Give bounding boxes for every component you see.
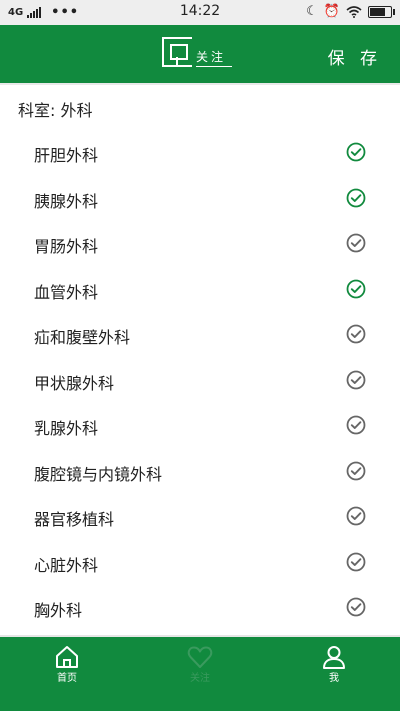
department-item-label: 胃肠外科: [34, 237, 99, 256]
department-item-label: 肝胆外科: [34, 146, 99, 165]
department-item[interactable]: 器官移植科: [0, 494, 400, 540]
moon-icon: ☾: [306, 4, 318, 19]
department-item-label: 胸外科: [34, 601, 83, 620]
department-item[interactable]: 胸外科: [0, 585, 400, 631]
department-item-label: 乳腺外科: [34, 419, 99, 438]
check-circle-selected-icon[interactable]: [346, 142, 366, 162]
check-circle-selected-icon[interactable]: [346, 279, 366, 299]
tab-follow-label: 关注: [190, 673, 210, 684]
department-item-label: 胰腺外科: [34, 191, 99, 211]
department-item-label: 心脏外科: [34, 555, 99, 575]
department-item[interactable]: 腹腔镜与内镜外科: [0, 449, 400, 495]
department-item-label: 腹腔镜与内镜外科: [34, 464, 163, 484]
app-logo: 关注: [162, 37, 233, 67]
logo-mark-icon: [162, 37, 192, 67]
check-circle-icon[interactable]: [346, 552, 366, 572]
header-divider: [0, 83, 400, 85]
department-item[interactable]: 甲状腺外科: [0, 358, 400, 404]
department-item[interactable]: 心脏外科: [0, 540, 400, 586]
save-button[interactable]: 保 存: [328, 44, 382, 69]
department-item[interactable]: 胃肠外科: [0, 221, 400, 267]
department-item-label: 甲状腺外科: [34, 373, 115, 393]
department-item[interactable]: 肝胆外科: [0, 130, 400, 176]
wifi-icon: [346, 5, 362, 18]
tab-me[interactable]: 我: [294, 645, 374, 684]
department-item[interactable]: 胰腺外科: [0, 176, 400, 222]
check-circle-icon[interactable]: [346, 597, 366, 617]
department-item[interactable]: 疝和腹壁外科: [0, 312, 400, 358]
status-right: ☾ ⏰: [306, 4, 395, 19]
status-bar: 4G ••• 14:22 ☾ ⏰: [0, 0, 400, 25]
department-item-label: 血管外科: [34, 282, 99, 302]
tab-home[interactable]: 首页: [27, 645, 107, 684]
department-item-label: 疝和腹壁外科: [34, 328, 131, 347]
check-circle-icon[interactable]: [346, 506, 366, 526]
check-circle-selected-icon[interactable]: [346, 188, 366, 208]
app-header: 关注 保 存: [0, 25, 400, 83]
department-list: 肝胆外科胰腺外科胃肠外科血管外科疝和腹壁外科 甲状腺外科乳腺外科腹腔镜与内镜外科器…: [0, 130, 400, 631]
user-icon: [323, 646, 345, 669]
department-item-label: 器官移植科: [34, 510, 115, 529]
department-item[interactable]: 乳腺外科: [0, 403, 400, 449]
check-circle-icon[interactable]: [346, 461, 366, 481]
department-label: 科室: 外科: [18, 101, 93, 120]
tab-me-label: 我: [329, 673, 339, 684]
tab-bar: 首页 关注 我: [0, 635, 400, 711]
check-circle-icon[interactable]: [346, 370, 366, 390]
check-circle-icon[interactable]: [346, 324, 366, 344]
logo-text: 关注: [196, 48, 233, 67]
battery-icon: [368, 5, 395, 18]
alarm-icon: ⏰: [323, 4, 340, 19]
home-icon: [56, 646, 78, 668]
department-item[interactable]: 血管外科: [0, 267, 400, 313]
heart-icon: [187, 646, 213, 668]
check-circle-icon[interactable]: [346, 233, 366, 253]
tab-follow[interactable]: 关注: [160, 645, 240, 684]
tab-home-label: 首页: [57, 673, 77, 684]
check-circle-icon[interactable]: [346, 415, 366, 435]
